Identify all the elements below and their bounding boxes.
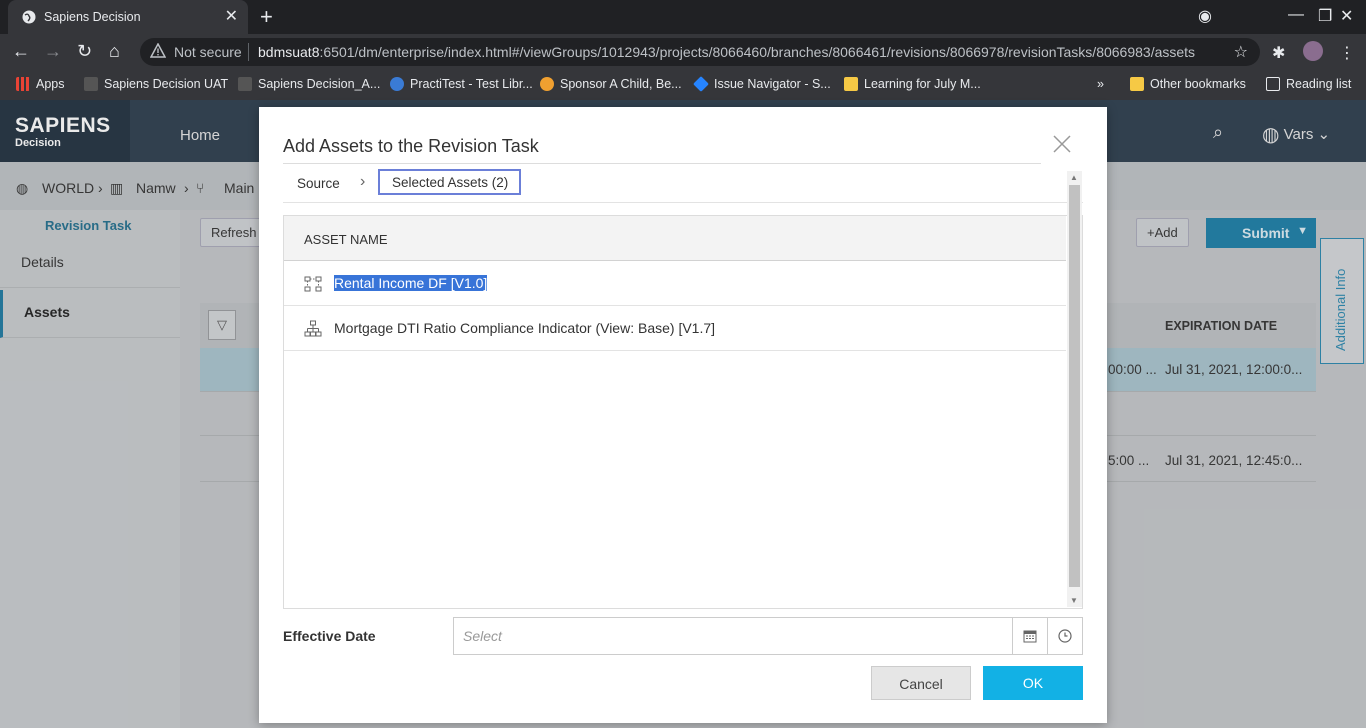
reading-list[interactable]: Reading list [1266, 77, 1351, 91]
address-bar[interactable]: Not secure bdmsuat8:6501/dm/enterprise/i… [140, 38, 1260, 66]
browser-toolbar: ← → ↻ ⌂ Not secure bdmsuat8:6501/dm/ente… [0, 34, 1366, 70]
scroll-up-icon[interactable]: ▲ [1070, 173, 1078, 182]
bookmarks-overflow[interactable]: » [1097, 77, 1104, 91]
steps-divider [283, 202, 1083, 203]
bookmark-star-icon[interactable]: ☆ [1234, 42, 1248, 62]
asset-name-column-header[interactable]: ASSET NAME [304, 232, 388, 247]
clock-icon [1058, 629, 1072, 643]
grid-scrollbar[interactable]: ▲ ▼ [1067, 171, 1082, 607]
address-divider [248, 43, 249, 61]
globe-icon [22, 10, 36, 24]
time-button[interactable] [1047, 617, 1083, 655]
scrollbar-thumb[interactable] [1069, 185, 1080, 587]
bookmark-item[interactable]: Issue Navigator - S... [693, 76, 831, 92]
practitest-icon [390, 77, 404, 91]
asset-row[interactable]: Mortgage DTI Ratio Compliance Indicator … [284, 306, 1066, 351]
title-divider [283, 163, 1041, 164]
sponsor-icon [540, 77, 554, 91]
assets-grid: ASSET NAME Rental Income DF [V1.0] Mortg… [283, 215, 1083, 609]
effective-date-label: Effective Date [283, 628, 376, 644]
step-source[interactable]: Source [297, 176, 340, 191]
chevron-right-icon: › [360, 173, 366, 190]
effective-date-input[interactable] [453, 617, 1013, 655]
cancel-button[interactable]: Cancel [871, 666, 971, 700]
grid-header: ASSET NAME [284, 216, 1066, 261]
sapiens-icon [84, 77, 98, 91]
calendar-icon [1023, 630, 1037, 643]
warning-icon [150, 43, 166, 58]
scroll-down-icon[interactable]: ▼ [1070, 596, 1078, 605]
tab-title: Sapiens Decision [44, 10, 141, 24]
browser-tab[interactable]: Sapiens Decision ✕ [8, 0, 248, 34]
close-tab-icon[interactable]: ✕ [225, 6, 238, 26]
hierarchy-icon [304, 320, 322, 337]
bookmark-apps[interactable]: Apps [16, 77, 65, 91]
browser-tabstrip: Sapiens Decision ✕ + ◉ — ❐ ✕ [0, 0, 1366, 34]
calendar-button[interactable] [1012, 617, 1048, 655]
asset-name: Mortgage DTI Ratio Compliance Indicator … [334, 320, 716, 336]
extensions-icon[interactable]: ✱ [1272, 43, 1285, 63]
asset-row[interactable]: Rental Income DF [V1.0] [284, 261, 1066, 306]
asset-name: Rental Income DF [V1.0] [334, 275, 488, 291]
bookmark-item[interactable]: Learning for July M... [844, 77, 981, 91]
folder-icon [1130, 77, 1144, 91]
close-window-icon[interactable]: ✕ [1340, 6, 1353, 26]
add-assets-dialog: Add Assets to the Revision Task Source ›… [259, 107, 1107, 723]
profile-menu-icon[interactable]: ◉ [1198, 6, 1212, 26]
bookmark-item[interactable]: Sponsor A Child, Be... [540, 77, 682, 91]
jira-icon [693, 76, 709, 92]
url-text: bdmsuat8:6501/dm/enterprise/index.html#/… [258, 44, 1196, 60]
restore-icon[interactable]: ❐ [1318, 6, 1332, 26]
menu-dots-icon[interactable]: ⋮ [1339, 43, 1355, 63]
bookmark-item[interactable]: PractiTest - Test Libr... [390, 77, 533, 91]
dialog-title: Add Assets to the Revision Task [283, 136, 539, 156]
decision-flow-icon [304, 276, 322, 292]
sapiens-icon [238, 77, 252, 91]
reload-icon[interactable]: ↻ [77, 41, 92, 62]
bookmark-item[interactable]: Sapiens Decision UAT [84, 77, 228, 91]
bookmark-item[interactable]: Sapiens Decision_A... [238, 77, 380, 91]
ok-button[interactable]: OK [983, 666, 1083, 700]
new-tab-icon[interactable]: + [260, 4, 273, 30]
profile-avatar[interactable] [1303, 41, 1323, 61]
apps-grid-icon [16, 77, 30, 91]
bookmarks-bar: Apps Sapiens Decision UAT Sapiens Decisi… [0, 70, 1366, 100]
step-selected-assets[interactable]: Selected Assets (2) [378, 169, 521, 195]
home-icon[interactable]: ⌂ [109, 41, 120, 62]
reading-list-icon [1266, 77, 1280, 91]
folder-icon [844, 77, 858, 91]
close-icon[interactable] [1051, 133, 1073, 155]
forward-icon[interactable]: → [44, 41, 62, 62]
minimize-icon[interactable]: — [1288, 6, 1304, 24]
other-bookmarks[interactable]: Other bookmarks [1130, 77, 1246, 91]
back-icon[interactable]: ← [12, 41, 30, 62]
not-secure-label: Not secure [174, 44, 242, 60]
